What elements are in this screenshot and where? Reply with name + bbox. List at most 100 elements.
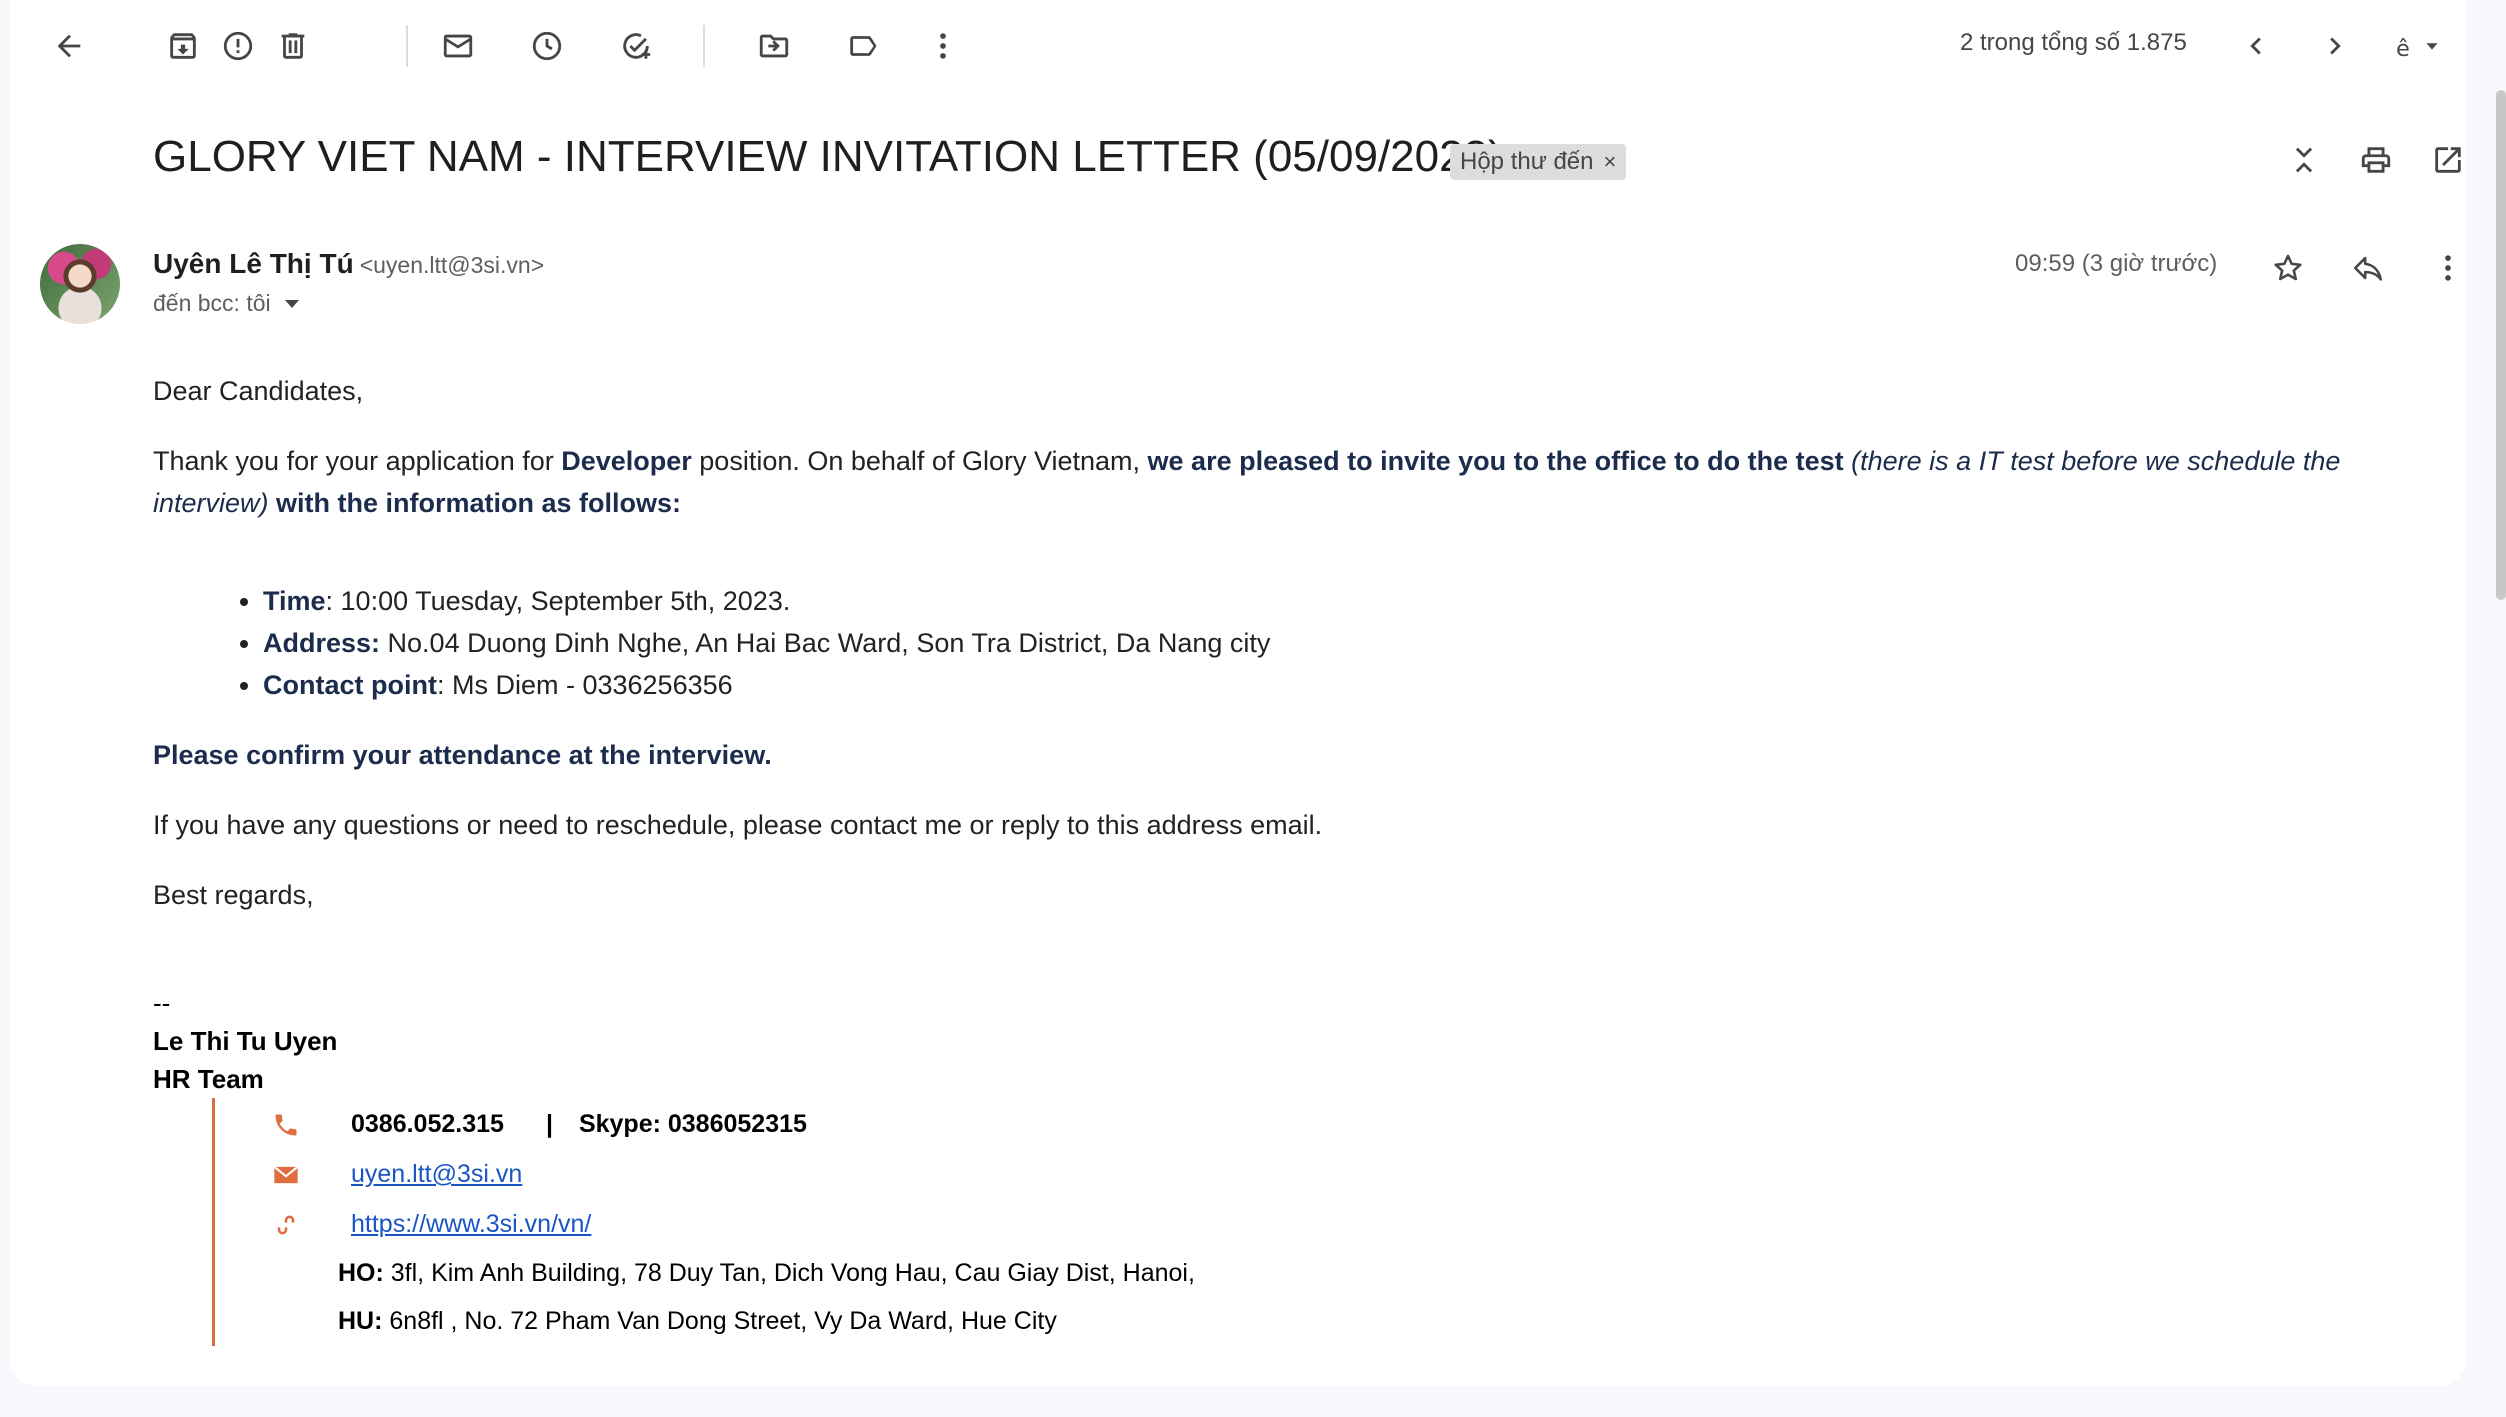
- email-body: Dear Candidates, Thank you for your appl…: [153, 370, 2453, 916]
- list-item: Time: 10:00 Tuesday, September 5th, 2023…: [263, 580, 2453, 622]
- intro-text: position. On behalf of Glory Vietnam,: [691, 446, 1148, 476]
- archive-icon: [170, 33, 196, 59]
- svg-text:ê: ê: [2396, 36, 2410, 61]
- caret-down-icon: [2426, 43, 2438, 50]
- print-icon: [2361, 147, 2391, 173]
- pager-count: 2 trong tổng số 1.875: [1960, 29, 2187, 56]
- scrollbar-thumb[interactable]: [2496, 90, 2506, 600]
- subject-row: GLORY VIET NAM - INTERVIEW INVITATION LE…: [10, 132, 2466, 192]
- add-task-icon: [623, 33, 651, 59]
- more-actions-button[interactable]: [919, 22, 967, 70]
- paragraph-intro: Thank you for your application for Devel…: [153, 440, 2443, 524]
- toolbar-divider: [703, 25, 705, 67]
- label-button[interactable]: [839, 22, 887, 70]
- ho-label: HO:: [338, 1259, 384, 1287]
- ho-text: 3fl, Kim Anh Building, 78 Duy Tan, Dich …: [383, 1259, 1195, 1287]
- toolbar: 2 trong tổng số 1.875 ê: [10, 0, 2466, 92]
- intro-text: Thank you for your application for: [153, 446, 562, 476]
- folder-move-icon: [759, 34, 789, 58]
- open-in-new-icon: [2435, 147, 2461, 173]
- interview-details-list: Time: 10:00 Tuesday, September 5th, 2023…: [153, 580, 2453, 706]
- confirm-text: Please confirm your attendance at the in…: [153, 740, 772, 770]
- more-vert-icon: [940, 33, 946, 59]
- signature: -- Le Thi Tu Uyen HR Team: [153, 984, 337, 1098]
- signature-accent-bar: [212, 1098, 215, 1346]
- list-item: Contact point: Ms Diem - 0336256356: [263, 664, 2453, 706]
- older-button[interactable]: [2311, 22, 2359, 70]
- signature-dashes: --: [153, 988, 171, 1018]
- sender-display-name: Uyên Lê Thị Tú: [153, 248, 354, 279]
- questions-text: If you have any questions or need to res…: [153, 810, 1323, 840]
- report-icon: [223, 31, 253, 61]
- show-details-caret-icon[interactable]: [284, 299, 299, 308]
- item-text: : 10:00 Tuesday, September 5th, 2023.: [325, 586, 791, 616]
- print-button[interactable]: [2352, 136, 2400, 184]
- collapse-all-button[interactable]: [2280, 136, 2328, 184]
- add-task-button[interactable]: [612, 22, 660, 70]
- info-lead: with the information as follows:: [268, 488, 682, 518]
- signature-email-line: uyen.ltt@3si.vn: [351, 1160, 522, 1189]
- regards-text: Best regards,: [153, 880, 314, 910]
- sender-email: <uyen.ltt@3si.vn>: [359, 252, 545, 278]
- reply-button[interactable]: [2344, 244, 2392, 292]
- recipient-line: đến bcc: tôi: [153, 290, 299, 317]
- invite-text: we are pleased to invite you to the offi…: [1147, 446, 1844, 476]
- arrow-left-icon: [57, 34, 81, 58]
- list-item: Address: No.04 Duong Dinh Nghe, An Hai B…: [263, 622, 2453, 664]
- item-label: Contact point: [263, 670, 437, 700]
- signature-website-link[interactable]: https://www.3si.vn/vn/: [351, 1210, 591, 1239]
- item-text: : Ms Diem - 0336256356: [436, 670, 733, 700]
- open-new-window-button[interactable]: [2424, 136, 2472, 184]
- label-chip-text: Hộp thư đến: [1460, 148, 1594, 175]
- trash-icon: [281, 33, 305, 59]
- snooze-button[interactable]: [523, 22, 571, 70]
- mark-unread-button[interactable]: [434, 22, 482, 70]
- reply-icon: [2353, 256, 2383, 281]
- more-vert-icon: [2445, 255, 2451, 281]
- star-button[interactable]: [2264, 244, 2312, 292]
- email-icon: [271, 1160, 301, 1190]
- email-subject: GLORY VIET NAM - INTERVIEW INVITATION LE…: [153, 132, 1503, 181]
- inbox-label-chip[interactable]: Hộp thư đến ×: [1450, 144, 1627, 180]
- sender-avatar[interactable]: [40, 244, 120, 324]
- hu-text: 6n8fl , No. 72 Pham Van Dong Street, Vy …: [382, 1307, 1057, 1335]
- email-view: 2 trong tổng số 1.875 ê GLORY VIET NAM -…: [10, 0, 2466, 1386]
- toolbar-divider: [406, 25, 408, 67]
- hu-label: HU:: [338, 1307, 383, 1335]
- star-icon: [2274, 254, 2302, 281]
- signature-phone-line: 0386.052.315 | Skype: 0386052315: [351, 1110, 807, 1139]
- signature-ho-address: HO: 3fl, Kim Anh Building, 78 Duy Tan, D…: [338, 1259, 1195, 1288]
- archive-button[interactable]: [159, 22, 207, 70]
- message-more-button[interactable]: [2424, 244, 2472, 292]
- recipient-text: đến bcc: tôi: [153, 290, 271, 316]
- item-label: Address:: [263, 628, 381, 658]
- signature-phone: 0386.052.315: [351, 1110, 504, 1138]
- label-icon: [850, 36, 877, 56]
- remove-label-icon[interactable]: ×: [1604, 149, 1617, 175]
- report-spam-button[interactable]: [214, 22, 262, 70]
- chevron-left-icon: [2250, 37, 2261, 55]
- newer-button[interactable]: [2232, 22, 2280, 70]
- signature-name: Le Thi Tu Uyen: [153, 1026, 338, 1056]
- signature-skype: Skype: 0386052315: [578, 1110, 807, 1138]
- delete-button[interactable]: [269, 22, 317, 70]
- phone-icon: [271, 1110, 301, 1140]
- email-time: 09:59 (3 giờ trước): [2015, 250, 2218, 277]
- signature-team: HR Team: [153, 1064, 264, 1094]
- greeting: Dear Candidates,: [153, 376, 364, 406]
- input-tools-button[interactable]: ê: [2382, 22, 2452, 70]
- move-to-button[interactable]: [750, 22, 798, 70]
- sender-name[interactable]: Uyên Lê Thị Tú <uyen.ltt@3si.vn>: [153, 248, 544, 280]
- signature-website-line: https://www.3si.vn/vn/: [351, 1210, 591, 1239]
- sender-header: Uyên Lê Thị Tú <uyen.ltt@3si.vn> đến bcc:…: [10, 244, 2466, 334]
- signature-separator: |: [545, 1110, 553, 1138]
- collapse-icon: [2295, 147, 2313, 173]
- mail-icon: [443, 34, 473, 58]
- signature-hu-address: HU: 6n8fl , No. 72 Pham Van Dong Street,…: [338, 1307, 1057, 1336]
- clock-icon: [532, 31, 562, 61]
- position-name: Developer: [561, 446, 692, 476]
- item-label: Time: [263, 586, 326, 616]
- signature-email-link[interactable]: uyen.ltt@3si.vn: [351, 1160, 522, 1189]
- link-icon: [271, 1210, 301, 1240]
- back-button[interactable]: [45, 22, 93, 70]
